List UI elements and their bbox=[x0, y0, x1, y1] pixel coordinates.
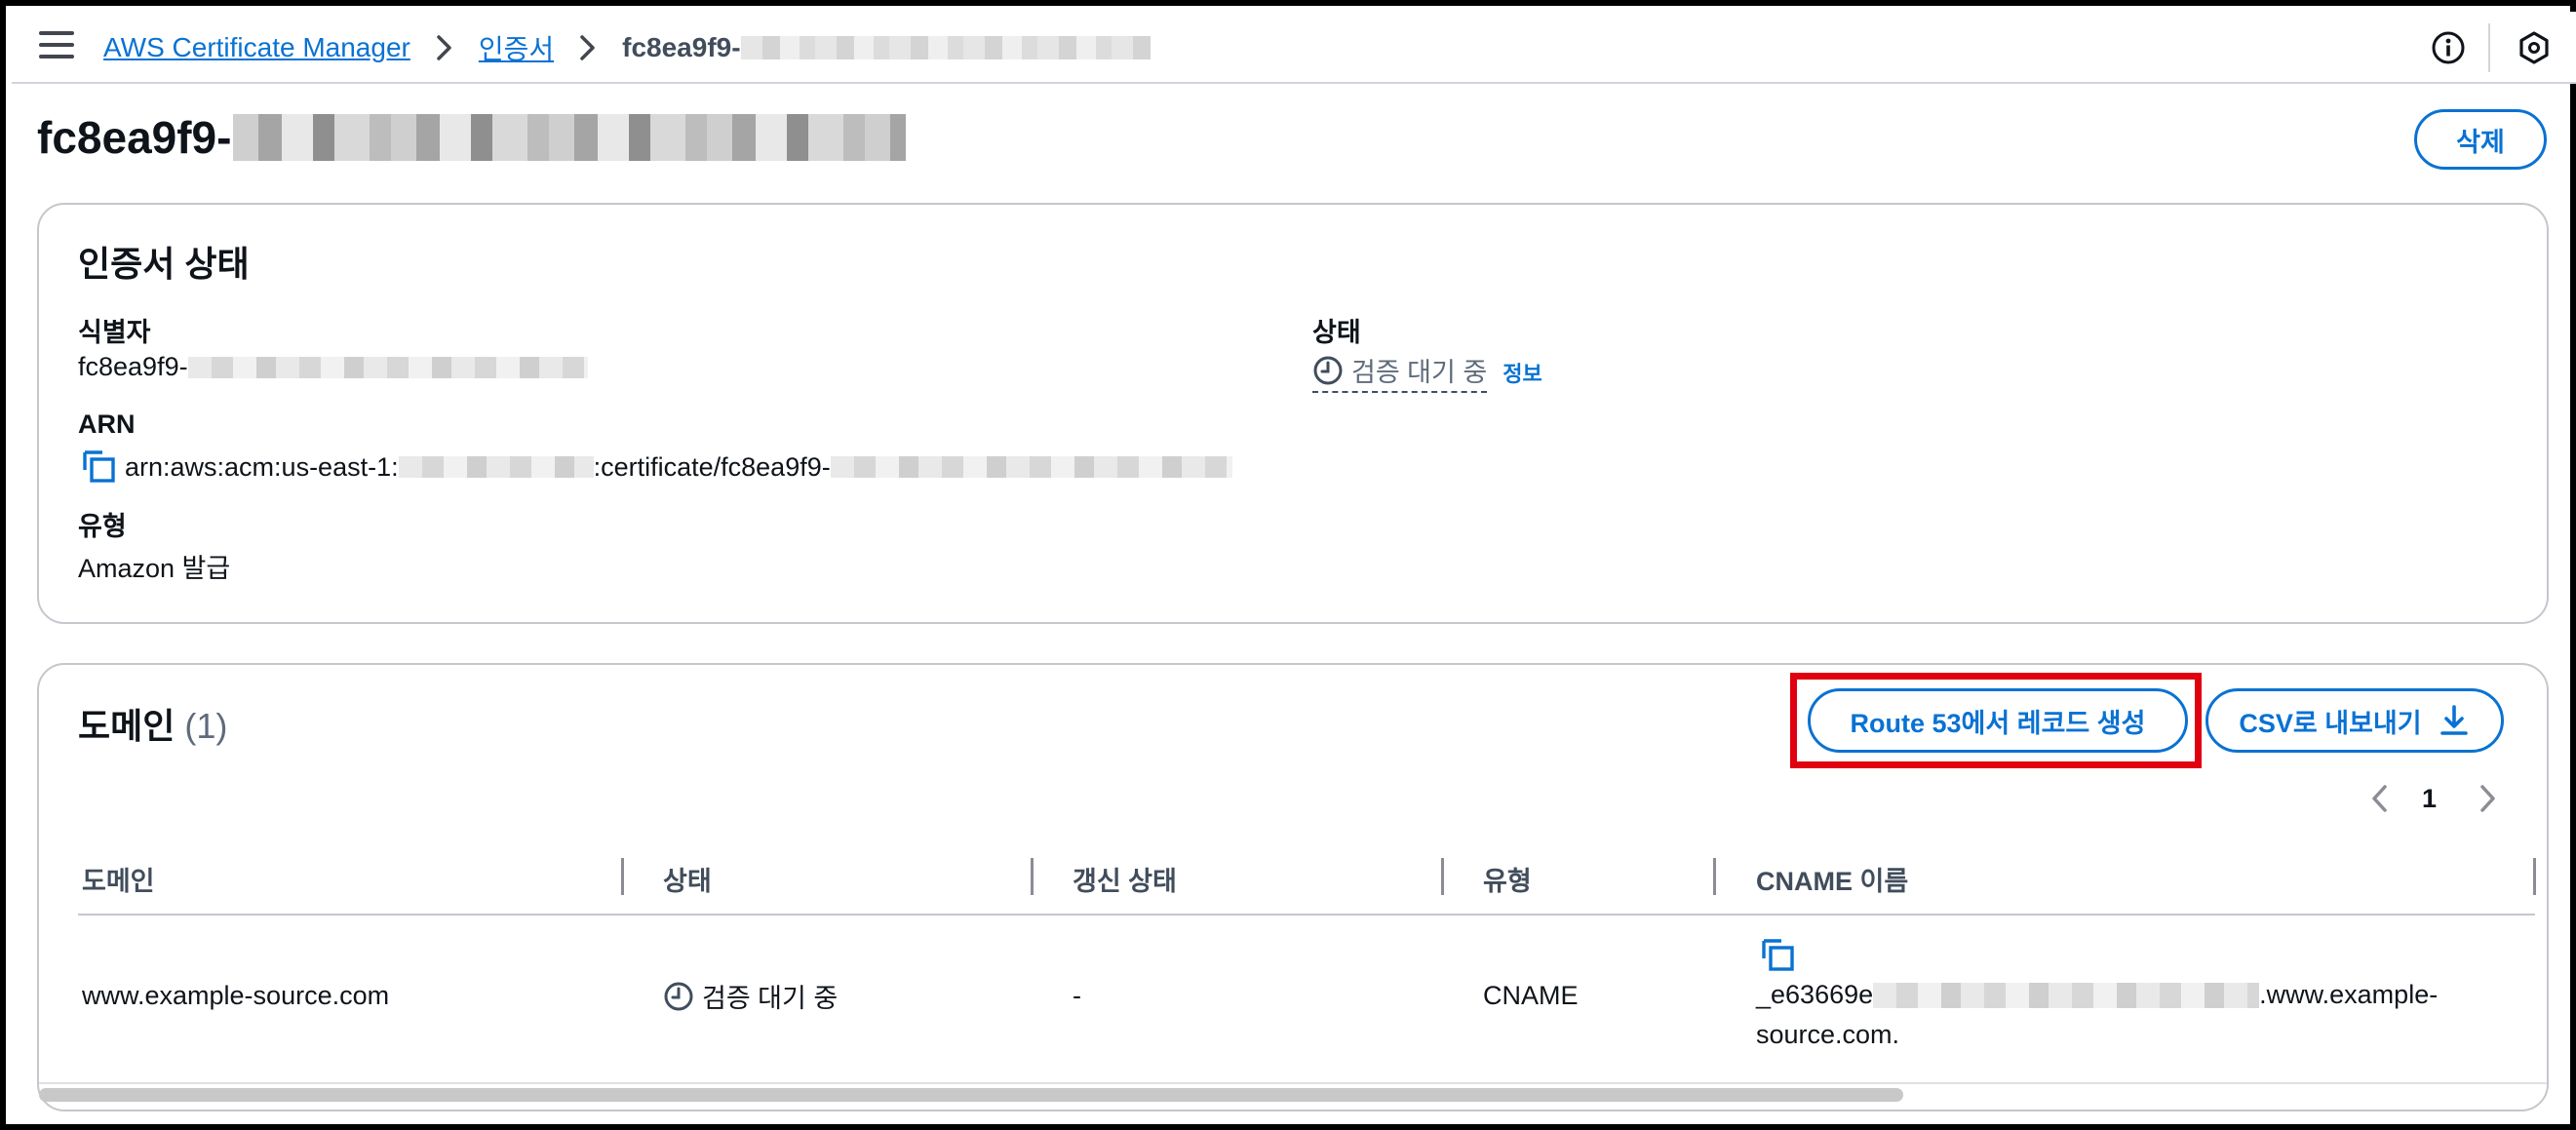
cname-name-line2: source.com. bbox=[1756, 1020, 1900, 1049]
certificate-status-panel bbox=[37, 203, 2549, 624]
breadcrumb-current: fc8ea9f9- bbox=[622, 32, 741, 62]
export-csv-button[interactable]: CSV로 내보내기 bbox=[2205, 688, 2504, 753]
domain-cell: www.example-source.com bbox=[82, 981, 390, 1010]
settings-hexagon-icon[interactable] bbox=[2516, 29, 2553, 66]
clock-icon bbox=[663, 981, 694, 1012]
column-header-type[interactable]: 유형 bbox=[1483, 860, 1532, 898]
page-number[interactable]: 1 bbox=[2422, 784, 2437, 814]
info-icon[interactable] bbox=[2430, 29, 2467, 66]
cname-suffix: .www.example- bbox=[2259, 980, 2439, 1009]
menu-icon[interactable] bbox=[39, 31, 74, 62]
toolbar-divider bbox=[2488, 23, 2490, 72]
copy-icon[interactable] bbox=[82, 449, 117, 485]
type-cell: CNAME bbox=[1483, 981, 1579, 1010]
export-csv-label: CSV로 내보내기 bbox=[2239, 708, 2422, 738]
identifier-text: fc8ea9f9- bbox=[78, 352, 188, 381]
page-title: fc8ea9f9- bbox=[37, 111, 907, 164]
redacted-text bbox=[233, 114, 907, 161]
chevron-right-icon bbox=[566, 25, 610, 70]
column-resizer[interactable] bbox=[1031, 858, 1034, 895]
download-icon bbox=[2438, 704, 2471, 737]
identifier-value: fc8ea9f9- bbox=[78, 352, 588, 382]
type-label: 유형 bbox=[78, 512, 127, 541]
identifier-label: 식별자 bbox=[78, 318, 151, 347]
arn-prefix: arn:aws:acm:us-east-1: bbox=[125, 451, 399, 482]
redacted-text bbox=[830, 456, 1232, 478]
highlight-annotation bbox=[1790, 673, 2202, 768]
chevron-right-icon[interactable] bbox=[2473, 782, 2502, 815]
domains-heading-text: 도메인 bbox=[78, 706, 176, 746]
column-header-domain[interactable]: 도메인 bbox=[82, 860, 155, 898]
app-window: AWS Certificate Manager 인증서 fc8ea9f9- fc… bbox=[0, 0, 2576, 1130]
status-label: 상태 bbox=[1312, 318, 1361, 347]
status-pending-indicator[interactable]: 검증 대기 중 bbox=[1312, 351, 1488, 393]
info-link[interactable]: 정보 bbox=[1503, 357, 1542, 388]
scrollbar-thumb[interactable] bbox=[39, 1088, 1903, 1102]
chevron-left-icon[interactable] bbox=[2365, 782, 2395, 815]
horizontal-scrollbar[interactable] bbox=[39, 1086, 2543, 1104]
top-navigation-bar: AWS Certificate Manager 인증서 fc8ea9f9- bbox=[12, 12, 2576, 84]
redacted-text bbox=[398, 456, 594, 478]
status-text: 검증 대기 중 bbox=[702, 984, 839, 1013]
cname-name-cell: _e63669e .www.example- bbox=[1756, 980, 2438, 1010]
delete-button[interactable]: 삭제 bbox=[2414, 109, 2547, 170]
copy-icon[interactable] bbox=[1761, 938, 1796, 973]
chevron-right-icon bbox=[422, 25, 467, 70]
renewal-status-cell: - bbox=[1073, 981, 1081, 1010]
column-resizer[interactable] bbox=[2533, 858, 2536, 895]
redacted-text bbox=[187, 356, 588, 378]
status-text: 검증 대기 중 bbox=[1351, 358, 1488, 387]
breadcrumb-certificates-link[interactable]: 인증서 bbox=[479, 28, 554, 67]
domains-heading: 도메인 (1) bbox=[78, 698, 227, 749]
table-header-divider bbox=[78, 914, 2535, 916]
breadcrumb: AWS Certificate Manager 인증서 fc8ea9f9- bbox=[103, 25, 1151, 70]
type-value: Amazon 발급 bbox=[78, 554, 231, 583]
column-resizer[interactable] bbox=[1441, 858, 1444, 895]
arn-middle: :certificate/fc8ea9f9- bbox=[593, 451, 831, 482]
column-resizer[interactable] bbox=[621, 858, 624, 895]
arn-label: ARN bbox=[78, 409, 136, 439]
column-header-cname-name[interactable]: CNAME 이름 bbox=[1756, 860, 1908, 898]
row-divider bbox=[39, 1082, 2547, 1084]
column-header-renewal-status[interactable]: 갱신 상태 bbox=[1073, 860, 1177, 898]
arn-value: arn:aws:acm:us-east-1: :certificate/fc8e… bbox=[82, 449, 1232, 485]
column-resizer[interactable] bbox=[1713, 858, 1716, 895]
status-value: 검증 대기 중 정보 bbox=[1312, 351, 1542, 393]
certificate-status-heading: 인증서 상태 bbox=[78, 244, 250, 284]
redacted-text bbox=[1873, 982, 2260, 1008]
page-title-text: fc8ea9f9- bbox=[37, 112, 232, 163]
column-header-status[interactable]: 상태 bbox=[663, 860, 712, 898]
clock-icon bbox=[1312, 355, 1344, 386]
cname-prefix: _e63669e bbox=[1756, 980, 1874, 1009]
status-cell: 검증 대기 중 bbox=[663, 977, 838, 1015]
domains-count: (1) bbox=[184, 706, 228, 746]
redacted-text bbox=[740, 36, 1151, 59]
breadcrumb-acm-link[interactable]: AWS Certificate Manager bbox=[103, 32, 410, 63]
